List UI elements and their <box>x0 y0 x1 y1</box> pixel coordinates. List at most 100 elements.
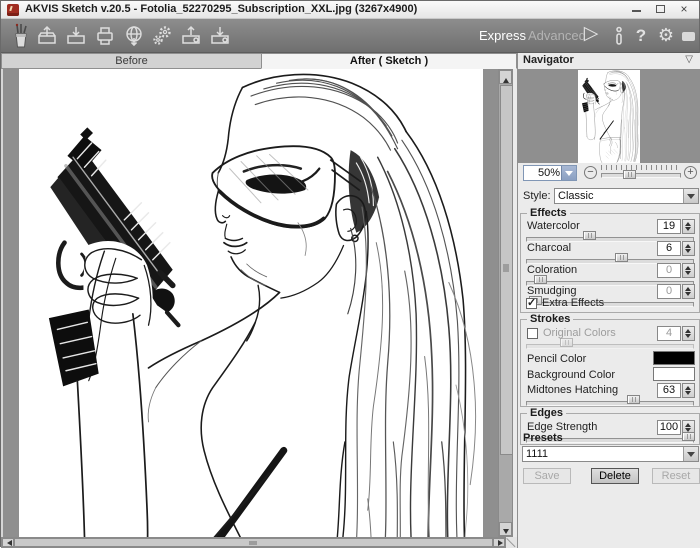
app-window: AKVIS Sketch v.20.5 - Fotolia_52270295_S… <box>0 0 700 548</box>
app-logo-icon <box>7 4 19 16</box>
background-color-label: Background Color <box>527 369 616 381</box>
zoom-slider-groove <box>601 173 681 178</box>
watercolor-spin-buttons[interactable] <box>682 219 695 234</box>
batch-processing-icon[interactable] <box>150 24 174 48</box>
charcoal-slider-handle[interactable] <box>615 253 629 262</box>
scroll-down-button[interactable] <box>499 522 512 536</box>
coloration-spin-buttons[interactable] <box>682 263 695 278</box>
save-image-icon[interactable] <box>64 24 88 48</box>
title-bar: AKVIS Sketch v.20.5 - Fotolia_52270295_S… <box>1 1 699 19</box>
midtones-hatching-spinbox[interactable]: 63 <box>657 383 695 398</box>
midtones-slider-handle[interactable] <box>626 395 640 404</box>
original-colors-slider <box>526 338 694 351</box>
extra-effects-label: Extra Effects <box>542 297 605 309</box>
run-icon[interactable]: ▷ <box>581 24 601 44</box>
style-row: Style: Classic <box>518 187 700 207</box>
extra-effects-checkbox[interactable]: ✓ <box>526 297 537 309</box>
zoom-in-button[interactable]: + <box>684 166 697 179</box>
navigator-thumbnail[interactable] <box>578 70 640 163</box>
zoom-dropdown-icon[interactable] <box>561 166 576 180</box>
minimize-button[interactable] <box>625 2 647 17</box>
navigator-collapse-icon[interactable]: ▽ <box>685 54 693 65</box>
extra-effects-checkbox-row[interactable]: ✓ Extra Effects <box>526 297 696 311</box>
midtones-hatching-label: Midtones Hatching <box>527 384 619 396</box>
style-value: Classic <box>558 190 594 202</box>
advanced-mode-button[interactable]: Advanced <box>528 28 586 43</box>
print-icon[interactable] <box>93 24 117 48</box>
sketch-result-image[interactable] <box>19 69 483 537</box>
original-colors-checkbox-row[interactable]: Original Colors <box>527 327 647 340</box>
edge-strength-slider-handle[interactable] <box>682 432 696 441</box>
resize-grip <box>506 537 517 548</box>
navigator-preview-area <box>518 69 700 163</box>
original-colors-spinbox: 4 <box>657 326 695 341</box>
view-tabs: Before After ( Sketch ) <box>1 53 517 69</box>
horizontal-scroll-thumb[interactable] <box>14 538 493 547</box>
charcoal-spin-buttons[interactable] <box>682 241 695 256</box>
tab-before[interactable]: Before <box>1 53 262 69</box>
zoom-slider[interactable] <box>601 163 681 183</box>
original-colors-label: Original Colors <box>543 327 616 339</box>
window-title: AKVIS Sketch v.20.5 - Fotolia_52270295_S… <box>25 3 418 15</box>
background-color-swatch[interactable] <box>653 367 695 381</box>
presets-dropdown-icon[interactable] <box>683 447 698 461</box>
navigator-title: Navigator <box>523 54 574 66</box>
main-toolbar: Express Advanced ▷ ? ⚙ <box>1 19 699 53</box>
effects-legend: Effects <box>527 207 570 219</box>
scroll-right-button[interactable] <box>493 538 505 547</box>
export-presets-icon[interactable] <box>208 24 232 48</box>
strokes-group: Strokes Original Colors 4 Pencil Color B… <box>520 313 700 407</box>
original-colors-slider-handle <box>559 338 573 347</box>
presets-select[interactable]: 1111 <box>522 446 699 462</box>
style-dropdown-icon[interactable] <box>683 189 698 203</box>
preset-save-button: Save <box>523 468 571 484</box>
zoom-controls: 50% − + <box>518 163 700 185</box>
edges-legend: Edges <box>527 407 567 419</box>
sketch-artwork <box>19 69 483 537</box>
vertical-scroll-thumb[interactable] <box>500 85 513 455</box>
charcoal-label: Charcoal <box>527 242 572 254</box>
scroll-left-button[interactable] <box>2 538 14 547</box>
original-colors-spin-buttons <box>682 326 695 341</box>
open-image-icon[interactable] <box>35 24 59 48</box>
horizontal-scrollbar[interactable] <box>1 537 506 548</box>
original-colors-checkbox[interactable] <box>527 328 538 339</box>
import-presets-icon[interactable] <box>179 24 203 48</box>
preferences-icon[interactable]: ⚙ <box>657 25 675 45</box>
settings-panel: Navigator ▽ 50% − + Style: Classic Effec… <box>517 53 700 548</box>
close-button[interactable]: × <box>673 2 695 17</box>
scroll-up-button[interactable] <box>499 70 512 84</box>
watercolor-spinbox[interactable]: 19 <box>657 219 695 234</box>
preset-reset-button: Reset <box>652 468 700 484</box>
about-icon[interactable] <box>607 24 631 48</box>
coloration-spinbox[interactable]: 0 <box>657 263 695 278</box>
zoom-value: 50% <box>537 167 560 179</box>
style-label: Style: <box>523 190 551 202</box>
zoom-slider-handle[interactable] <box>623 170 637 179</box>
coloration-slider-handle[interactable] <box>534 275 548 284</box>
image-viewport[interactable] <box>1 69 498 537</box>
preset-delete-button[interactable]: Delete <box>591 468 639 484</box>
zoom-slider-ticks <box>601 165 681 170</box>
maximize-button[interactable] <box>649 2 671 17</box>
presets-title: Presets <box>523 432 563 444</box>
akvis-logo-icon <box>7 22 35 50</box>
navigator-artwork <box>578 70 640 163</box>
panel-toggle-icon[interactable] <box>682 32 695 41</box>
zoom-select[interactable]: 50% <box>523 165 577 181</box>
presets-value: 1111 <box>526 448 549 460</box>
express-mode-button[interactable]: Express <box>479 28 526 43</box>
watercolor-label: Watercolor <box>527 220 580 232</box>
watercolor-slider-handle[interactable] <box>583 231 597 240</box>
help-icon[interactable]: ? <box>633 26 649 46</box>
charcoal-spinbox[interactable]: 6 <box>657 241 695 256</box>
midtones-spin-buttons[interactable] <box>682 383 695 398</box>
canvas-area: Before After ( Sketch ) <box>1 53 517 548</box>
pencil-color-label: Pencil Color <box>527 353 587 365</box>
zoom-out-button[interactable]: − <box>584 166 597 179</box>
share-image-icon[interactable] <box>122 24 146 48</box>
style-select[interactable]: Classic <box>554 188 699 204</box>
tab-after-sketch[interactable]: After ( Sketch ) <box>261 53 517 69</box>
vertical-scrollbar[interactable] <box>498 69 513 537</box>
pencil-color-swatch[interactable] <box>653 351 695 365</box>
